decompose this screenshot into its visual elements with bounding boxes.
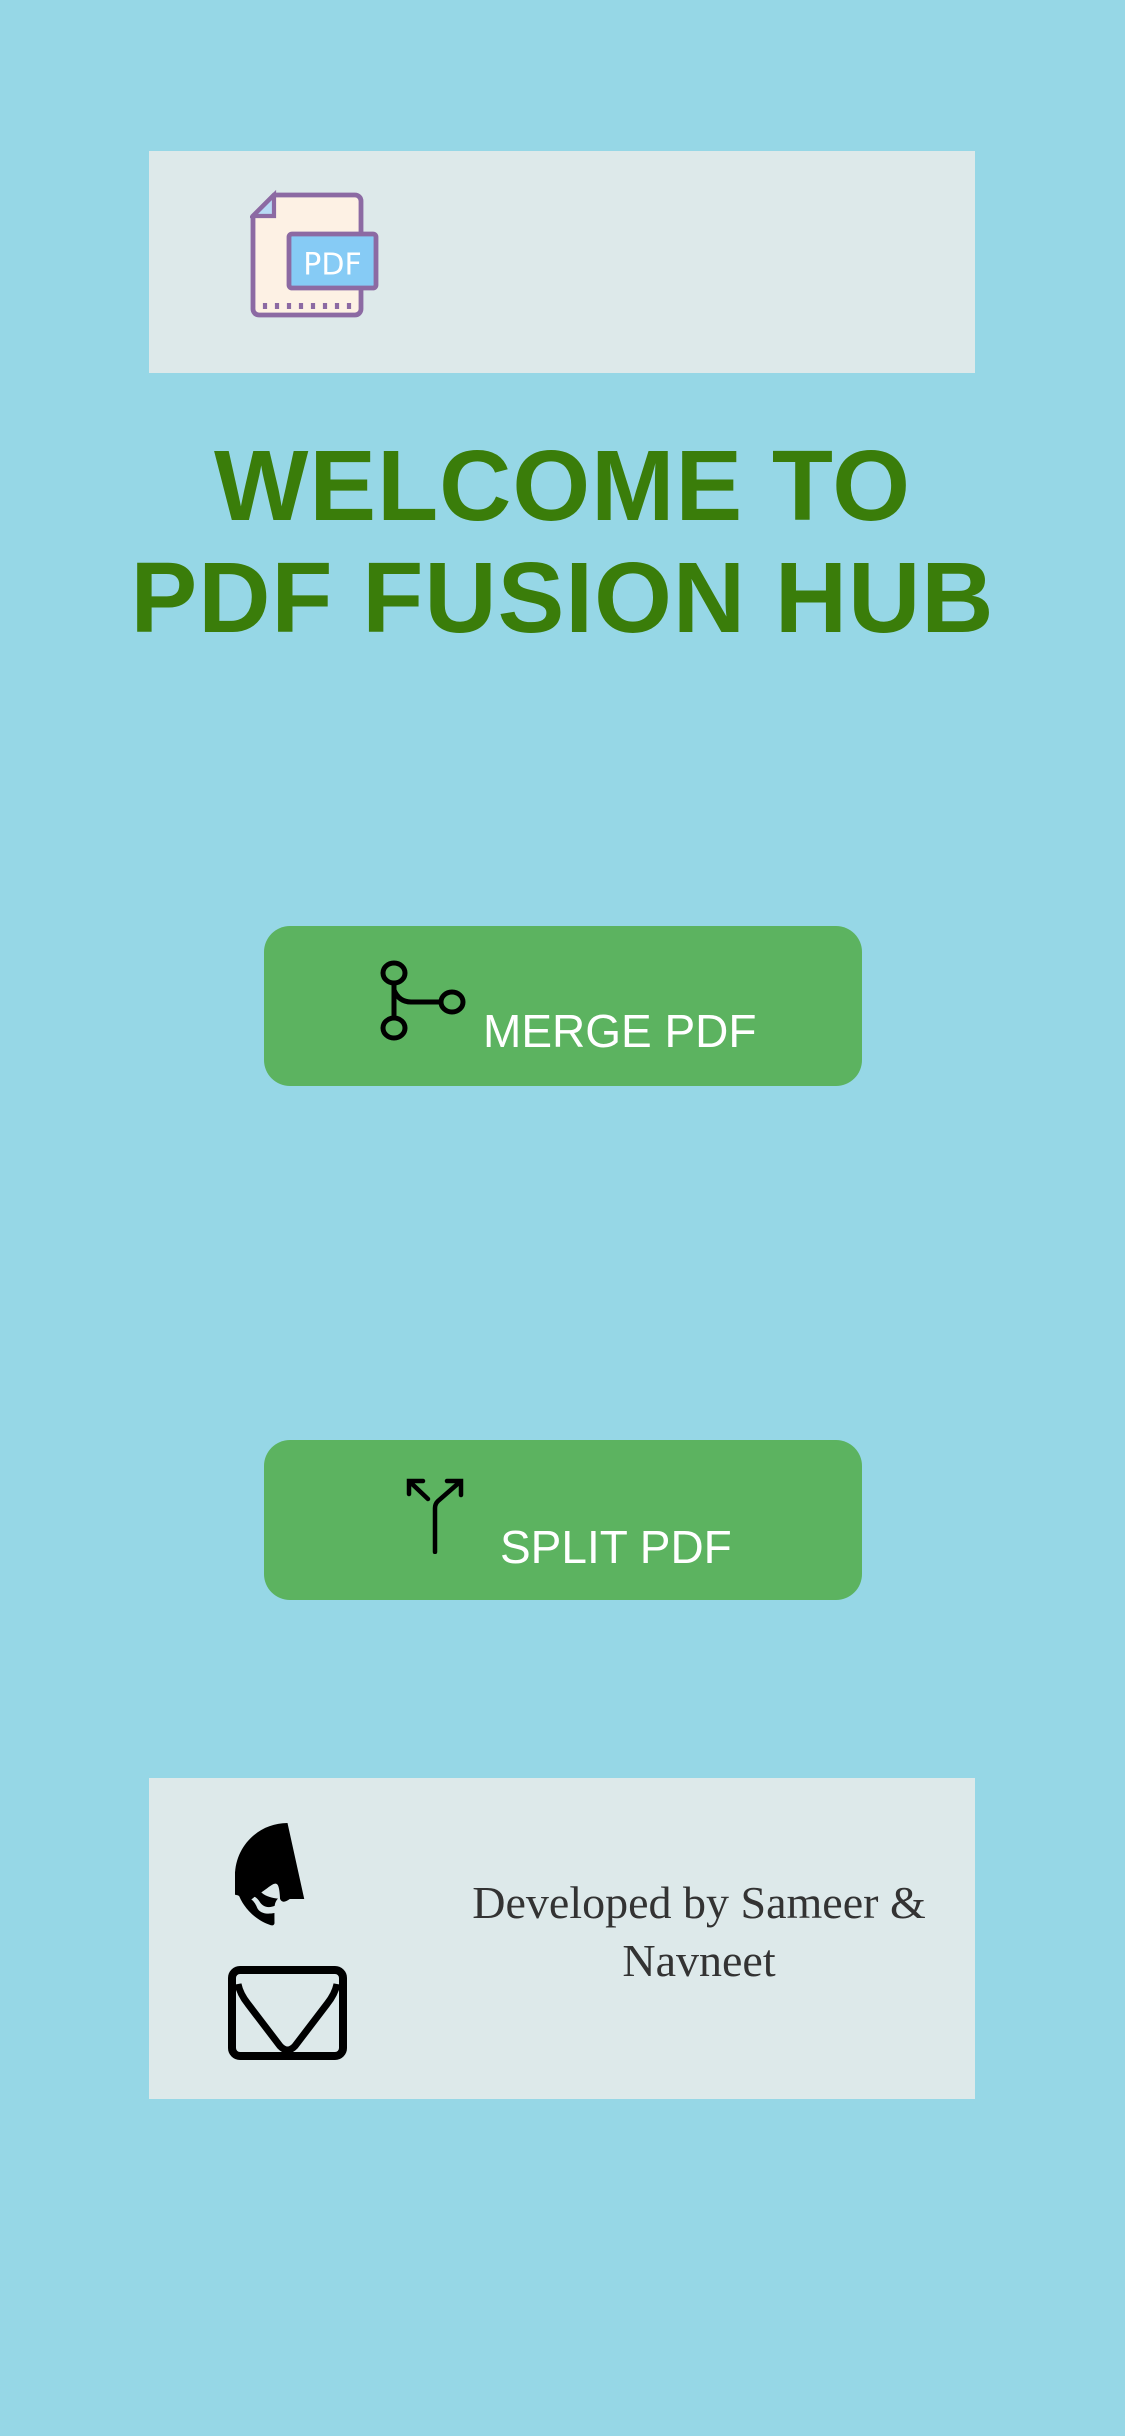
title-line-1: WELCOME TO bbox=[213, 430, 911, 542]
pdf-file-icon: PDF bbox=[250, 189, 379, 318]
split-pdf-label: SPLIT PDF bbox=[500, 1521, 732, 1573]
title-line-2: PDF FUSION HUB bbox=[130, 542, 995, 654]
credit-line-1: Developed by Sameer & bbox=[472, 1877, 926, 1928]
header-panel: PDF bbox=[149, 151, 975, 373]
mail-icon[interactable] bbox=[228, 1966, 347, 2060]
split-icon bbox=[406, 1478, 464, 1554]
developer-credit: Developed by Sameer & Navneet bbox=[419, 1874, 979, 1990]
footer-panel: Developed by Sameer & Navneet bbox=[149, 1778, 975, 2099]
page-title: WELCOME TO PDF FUSION HUB bbox=[0, 430, 1125, 654]
logo-text: PDF bbox=[303, 248, 361, 283]
credit-line-2: Navneet bbox=[622, 1935, 776, 1986]
github-icon[interactable] bbox=[235, 1823, 340, 1928]
merge-icon bbox=[380, 960, 466, 1041]
split-pdf-button[interactable]: SPLIT PDF bbox=[264, 1440, 862, 1600]
merge-pdf-button[interactable]: MERGE PDF bbox=[264, 926, 862, 1086]
merge-pdf-label: MERGE PDF bbox=[483, 1005, 757, 1057]
